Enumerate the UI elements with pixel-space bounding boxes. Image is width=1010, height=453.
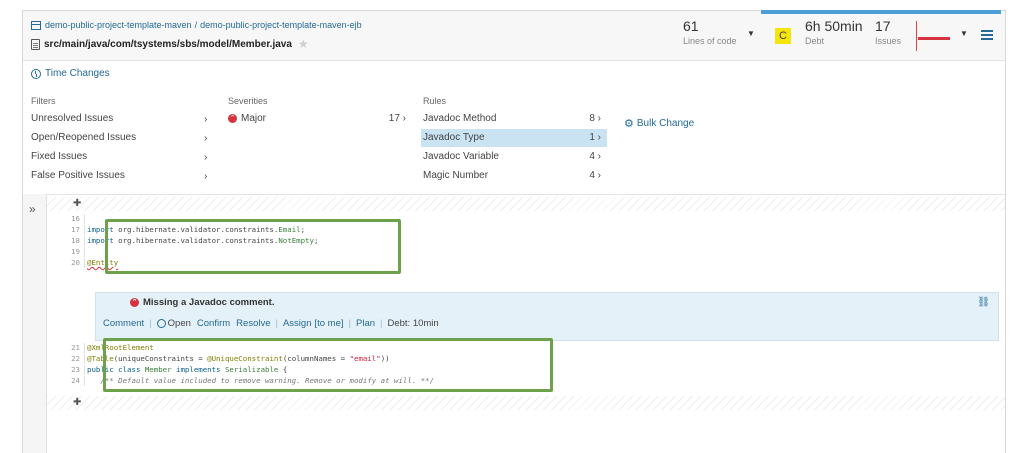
hamburger-menu-icon[interactable] (981, 30, 993, 40)
issue-link-icon[interactable]: ⛓ (977, 297, 990, 308)
severity-major[interactable]: ⌃ Major 17 › (228, 110, 412, 128)
measures-top-bar (761, 10, 1001, 14)
issue-actions: Comment | Open Confirm Resolve | Assign … (103, 318, 439, 329)
rule-javadoc-type[interactable]: Javadoc Type 1 › (421, 129, 607, 147)
severities-heading: Severities (228, 96, 268, 106)
issue-title: ⌃ Missing a Javadoc comment. (130, 297, 274, 308)
filter-false-positive[interactable]: False Positive Issues (31, 167, 211, 185)
severity-label: Major (241, 113, 267, 124)
chevron-right-icon: › (204, 152, 208, 163)
separator: | (348, 318, 351, 329)
side-panel-toggle[interactable]: » (23, 194, 47, 453)
rule-label: Javadoc Method (423, 113, 497, 124)
issues-metric[interactable]: 17 Issues (875, 18, 901, 46)
highlight-box-class-declaration (103, 338, 553, 392)
rule-count: 8 › (589, 113, 601, 124)
comment-button[interactable]: Comment (103, 318, 144, 329)
time-changes-label: Time Changes (45, 68, 110, 79)
major-severity-icon: ⌃ (130, 298, 139, 307)
project-icon (31, 20, 41, 30)
gear-icon: ⚙ (624, 118, 634, 130)
collapsed-region-bottom (47, 396, 1005, 410)
rule-label: Magic Number (423, 170, 489, 181)
filter-label: False Positive Issues (31, 170, 125, 181)
filter-fixed[interactable]: Fixed Issues (31, 148, 211, 166)
lines-of-code-metric[interactable]: 61 Lines of code (683, 18, 737, 46)
issues-severity-bar-chart (916, 21, 956, 51)
expand-lines-icon[interactable]: ✚ (73, 198, 81, 209)
collapsed-region-top (47, 197, 1005, 211)
breadcrumb: demo-public-project-template-maven / dem… (31, 20, 362, 30)
filter-label: Open/Reopened Issues (31, 132, 137, 143)
issues-label: Issues (875, 36, 902, 46)
rule-count: 1 › (589, 132, 601, 143)
resolve-button[interactable]: Resolve (236, 318, 270, 329)
confirm-button[interactable]: Confirm (197, 318, 230, 329)
file-header: demo-public-project-template-maven / dem… (23, 10, 1005, 61)
debt-value: 6h 50min (805, 18, 863, 34)
assign-to-me-button[interactable]: [to me] (314, 318, 343, 329)
debt-rating-badge: C (775, 28, 791, 44)
issues-value: 17 (875, 18, 891, 34)
issues-dropdown-caret-icon[interactable]: ▼ (960, 29, 968, 38)
rule-javadoc-variable[interactable]: Javadoc Variable 4 › (421, 148, 607, 166)
debt-metric[interactable]: 6h 50min Debt (805, 18, 863, 46)
rules-heading: Rules (423, 96, 447, 106)
chevron-right-icon: › (204, 114, 208, 125)
major-severity-icon: ⌃ (228, 113, 237, 123)
issue-message: Missing a Javadoc comment. (143, 297, 275, 308)
rule-count: 4 › (589, 151, 601, 162)
separator: | (275, 318, 278, 329)
severity-count: 17 › (388, 113, 406, 124)
file-name: Member.java (231, 38, 292, 50)
issue-debt: Debt: 10min (387, 318, 439, 329)
separator: | (380, 318, 383, 329)
rule-magic-number[interactable]: Magic Number 4 › (421, 167, 607, 185)
clock-icon (31, 68, 41, 79)
issue-card[interactable]: ⌃ Missing a Javadoc comment. ⛓ Comment |… (95, 292, 999, 341)
favorite-star-icon[interactable]: ★ (298, 37, 309, 51)
bulk-change-label: Bulk Change (636, 118, 695, 129)
lines-label: Lines of code (683, 36, 737, 46)
plan-button[interactable]: Plan (356, 318, 375, 329)
breadcrumb-module[interactable]: demo-public-project-template-maven-ejb (200, 20, 362, 30)
file-icon (31, 38, 40, 50)
expand-lines-icon[interactable]: ✚ (73, 397, 81, 408)
breadcrumb-separator: / (194, 20, 198, 30)
chevron-right-icon: › (204, 133, 208, 144)
debt-label: Debt (805, 36, 825, 46)
major-severity-bar (918, 37, 950, 40)
breadcrumb-project[interactable]: demo-public-project-template-maven (45, 20, 192, 30)
chevron-right-icon: › (204, 171, 208, 182)
rule-label: Javadoc Type (423, 132, 485, 143)
rule-count: 4 › (589, 170, 601, 181)
highlight-box-imports (105, 219, 401, 274)
file-path: src/main/java/com/tsystems/sbs/model/ (44, 38, 232, 50)
filters-heading: Filters (31, 96, 56, 106)
issue-status: Open (167, 318, 191, 329)
time-changes-link[interactable]: Time Changes (31, 68, 110, 79)
lines-value: 61 (683, 18, 699, 34)
filter-unresolved[interactable]: Unresolved Issues (31, 110, 211, 128)
assign-button[interactable]: Assign (283, 318, 312, 329)
source-viewer: demo-public-project-template-maven / dem… (22, 10, 1006, 453)
bulk-change-button[interactable]: ⚙ Bulk Change (624, 117, 694, 130)
separator: | (149, 318, 152, 329)
rule-javadoc-method[interactable]: Javadoc Method 8 › (421, 110, 607, 128)
filter-label: Unresolved Issues (31, 113, 114, 124)
open-status-icon (156, 319, 166, 328)
lines-dropdown-caret-icon[interactable]: ▼ (747, 29, 755, 38)
filter-open-reopened[interactable]: Open/Reopened Issues (31, 129, 211, 147)
file-title: src/main/java/com/tsystems/sbs/model/ Me… (31, 37, 309, 51)
filter-label: Fixed Issues (31, 151, 88, 162)
rule-label: Javadoc Variable (423, 151, 499, 162)
chart-axis (916, 21, 917, 51)
double-chevron-right-icon: » (29, 202, 36, 216)
